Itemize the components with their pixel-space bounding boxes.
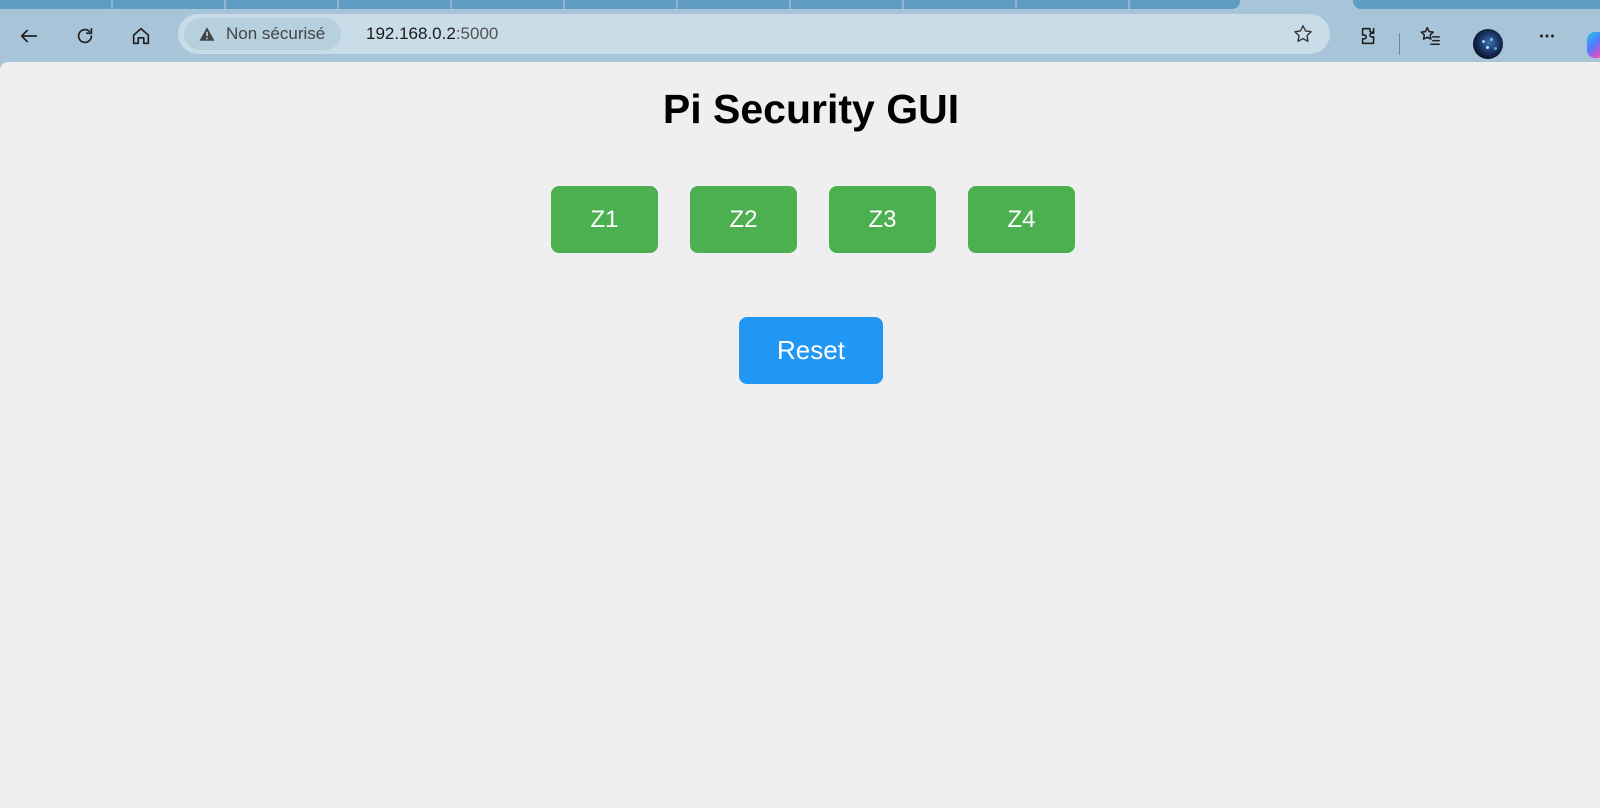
url-host: 192.168.0.2 bbox=[366, 24, 456, 43]
more-icon bbox=[1540, 34, 1554, 38]
back-button[interactable] bbox=[11, 18, 47, 54]
zone-button-z1[interactable]: Z1 bbox=[551, 186, 658, 253]
warning-icon bbox=[199, 27, 215, 41]
tab-strip bbox=[0, 0, 1600, 10]
favorite-star-icon[interactable] bbox=[1292, 23, 1314, 45]
toolbar-divider bbox=[1399, 33, 1400, 55]
url-text[interactable]: 192.168.0.2:5000 bbox=[366, 14, 498, 54]
address-bar[interactable]: Non sécurisé 192.168.0.2:5000 bbox=[178, 14, 1330, 54]
security-indicator[interactable]: Non sécurisé bbox=[184, 18, 342, 50]
page-viewport: Pi Security GUI Z1 Z2 Z3 Z4 Reset bbox=[0, 62, 1600, 808]
zone-button-z2[interactable]: Z2 bbox=[690, 186, 797, 253]
copilot-icon[interactable] bbox=[1587, 32, 1600, 58]
tabs-right[interactable] bbox=[1353, 0, 1600, 9]
tabs-left[interactable] bbox=[0, 0, 1240, 9]
zone-button-z4[interactable]: Z4 bbox=[968, 186, 1075, 253]
reset-button[interactable]: Reset bbox=[739, 317, 883, 384]
zone-buttons: Z1 Z2 Z3 Z4 bbox=[551, 186, 1075, 253]
back-icon bbox=[20, 29, 38, 43]
extensions-button[interactable] bbox=[1351, 18, 1387, 54]
extensions-icon bbox=[1361, 27, 1375, 45]
more-button[interactable] bbox=[1529, 18, 1565, 54]
security-label: Non sécurisé bbox=[226, 24, 326, 43]
profile-avatar[interactable] bbox=[1473, 29, 1503, 59]
zone-button-z3[interactable]: Z3 bbox=[829, 186, 936, 253]
refresh-icon bbox=[77, 27, 93, 44]
home-icon bbox=[132, 27, 150, 45]
browser-toolbar: Non sécurisé 192.168.0.2:5000 bbox=[0, 10, 1600, 62]
page-title: Pi Security GUI bbox=[662, 86, 960, 132]
favorites-button[interactable] bbox=[1412, 18, 1448, 54]
refresh-button[interactable] bbox=[67, 18, 103, 54]
url-port: :5000 bbox=[455, 24, 499, 43]
home-button[interactable] bbox=[123, 18, 159, 54]
favorites-icon bbox=[1420, 27, 1440, 45]
